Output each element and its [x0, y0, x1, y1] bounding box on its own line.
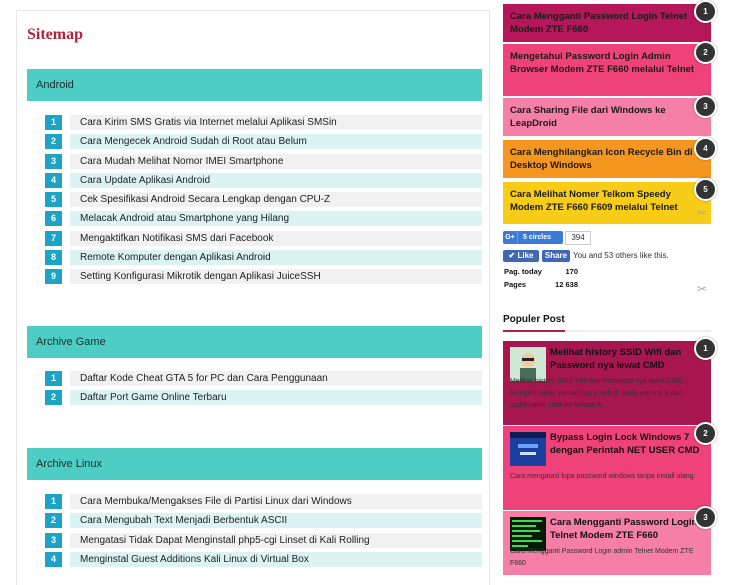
list-item[interactable]: 2 Daftar Port Game Online Terbaru [45, 390, 482, 405]
item-link[interactable]: Daftar Kode Cheat GTA 5 for PC dan Cara … [70, 371, 482, 386]
recent-post-title[interactable]: Cara Sharing File dari Windows ke LeapDr… [510, 105, 666, 129]
item-link[interactable]: Cara Update Aplikasi Android [70, 173, 482, 188]
stat-pages-label: Pages [504, 280, 527, 289]
popular-post-title[interactable]: Bypass Login Lock Windows 7 dengan Perin… [550, 432, 700, 457]
scissors-icon: ✂ [697, 206, 708, 220]
popular-post-title[interactable]: Melihat history SSID Wifi dan Password n… [550, 347, 700, 372]
item-number: 4 [45, 552, 62, 567]
item-link[interactable]: Menginstal Guest Additions Kali Linux di… [70, 552, 482, 567]
section-header-android[interactable]: Android [27, 69, 482, 101]
share-button[interactable]: Share [542, 250, 570, 262]
list-item[interactable]: 6 Melacak Android atau Smartphone yang Hi… [45, 211, 482, 226]
section-header-archive-game[interactable]: Archive Game [27, 326, 482, 358]
list-item[interactable]: 2 Cara Mengecek Android Sudah di Root ata… [45, 134, 482, 149]
list-item[interactable]: 2 Cara Mengubah Text Menjadi Berbentuk AS… [45, 513, 482, 528]
item-number: 2 [45, 134, 62, 149]
rank-badge: 5 [694, 178, 717, 201]
item-number: 6 [45, 211, 62, 226]
rank-badge: 3 [694, 506, 717, 529]
item-number: 3 [45, 533, 62, 548]
list-item[interactable]: 4 Cara Update Aplikasi Android [45, 173, 482, 188]
popular-post-item[interactable]: Melihat history SSID Wifi dan Password n… [503, 341, 711, 425]
item-number: 7 [45, 231, 62, 246]
item-link[interactable]: Cara Kirim SMS Gratis via Internet melal… [70, 115, 482, 130]
list-item[interactable]: 1 Cara Kirim SMS Gratis via Internet mela… [45, 115, 482, 130]
recent-post-title[interactable]: Cara Menghilangkan Icon Recycle Bin di D… [510, 147, 693, 171]
list-item[interactable]: 9 Setting Konfigurasi Mikrotik dengan Apl… [45, 269, 482, 284]
section-header-archive-linux[interactable]: Archive Linux [27, 448, 482, 480]
item-number: 9 [45, 269, 62, 284]
like-label: Like [517, 251, 534, 260]
item-number: 1 [45, 371, 62, 386]
rank-badge: 4 [694, 137, 717, 160]
item-link[interactable]: Cara Mengubah Text Menjadi Berbentuk ASC… [70, 513, 482, 528]
rank-badge: 1 [694, 337, 717, 360]
item-number: 2 [45, 513, 62, 528]
popular-title: Populer Post [503, 314, 565, 325]
item-link[interactable]: Mengatasi Tidak Dapat Menginstall php5-c… [70, 533, 482, 548]
scissors-icon: ✂ [697, 282, 708, 296]
recent-post-item[interactable]: Cara Menghilangkan Icon Recycle Bin di D… [503, 140, 711, 178]
item-number: 4 [45, 173, 62, 188]
recent-post-title[interactable]: Cara Mengganti Password Login Telnet Mod… [510, 11, 687, 35]
item-link[interactable]: Cara Mengecek Android Sudah di Root atau… [70, 134, 482, 149]
popular-post-item[interactable]: Cara Mengganti Password Login Telnet Mod… [503, 511, 711, 575]
item-link[interactable]: Melacak Android atau Smartphone yang Hil… [70, 211, 482, 226]
gplus-icon: G+ [503, 231, 518, 244]
divider [503, 330, 711, 332]
post-thumbnail[interactable] [510, 432, 546, 466]
item-number: 5 [45, 192, 62, 207]
item-link[interactable]: Daftar Port Game Online Terbaru [70, 390, 482, 405]
recent-post-item[interactable]: Cara Mengganti Password Login Telnet Mod… [503, 4, 711, 42]
item-link[interactable]: Mengaktifkan Notifikasi SMS dari Faceboo… [70, 231, 482, 246]
item-number: 1 [45, 494, 62, 509]
popular-post-title[interactable]: Cara Mengganti Password Login Telnet Mod… [550, 517, 700, 542]
list-item[interactable]: 3 Cara Mudah Melihat Nomor IMEI Smartphon… [45, 154, 482, 169]
item-link[interactable]: Cara Membuka/Mengakses File di Partisi L… [70, 494, 482, 509]
list-item[interactable]: 3 Mengatasi Tidak Dapat Menginstall php5-… [45, 533, 482, 548]
recent-post-title[interactable]: Mengetahui Password Login Admin Browser … [510, 51, 694, 75]
stat-today-label: Pag. today [504, 267, 542, 276]
item-number: 2 [45, 390, 62, 405]
list-item[interactable]: 1 Daftar Kode Cheat GTA 5 for PC dan Cara… [45, 371, 482, 386]
gplus-count: 394 [565, 231, 591, 245]
item-number: 1 [45, 115, 62, 130]
recent-post-item[interactable]: Mengetahui Password Login Admin Browser … [503, 44, 711, 96]
popular-post-desc: Cara mengatasi lupa password windows tan… [510, 473, 694, 480]
stat-today-value: 170 [565, 267, 578, 276]
like-button[interactable]: ✔ Like [503, 250, 539, 262]
popular-post-desc: Melihat history SSID Wifi dan Password n… [510, 378, 685, 409]
rank-badge: 3 [694, 95, 717, 118]
item-link[interactable]: Setting Konfigurasi Mikrotik dengan Apli… [70, 269, 482, 284]
sitemap-panel: Sitemap Android 1 Cara Kirim SMS Gratis v… [16, 10, 490, 585]
stat-pages-value: 12 638 [555, 280, 578, 289]
recent-post-item[interactable]: Cara Melihat Nomer Telkom Speedy Modem Z… [503, 182, 711, 224]
rank-badge: 2 [694, 422, 717, 445]
recent-post-item[interactable]: Cara Sharing File dari Windows ke LeapDr… [503, 98, 711, 136]
thumbs-up-icon: ✔ [508, 251, 516, 260]
list-item[interactable]: 1 Cara Membuka/Mengakses File di Partisi … [45, 494, 482, 509]
item-link[interactable]: Cara Mudah Melihat Nomor IMEI Smartphone [70, 154, 482, 169]
gplus-button[interactable]: G+ 5 circles [503, 231, 563, 244]
page-title: Sitemap [27, 26, 83, 43]
popular-post-desc: Cara Mengganti Password Login admin Teln… [510, 548, 694, 567]
popular-post-item[interactable]: Bypass Login Lock Windows 7 dengan Perin… [503, 426, 711, 510]
rank-badge: 1 [694, 0, 717, 23]
list-item[interactable]: 5 Cek Spesifikasi Android Secara Lengkap … [45, 192, 482, 207]
list-item[interactable]: 4 Menginstal Guest Additions Kali Linux d… [45, 552, 482, 567]
item-number: 8 [45, 250, 62, 265]
like-count-text: You and 53 others like this. [573, 251, 669, 260]
item-link[interactable]: Remote Komputer dengan Aplikasi Android [70, 250, 482, 265]
list-item[interactable]: 8 Remote Komputer dengan Aplikasi Android [45, 250, 482, 265]
item-link[interactable]: Cek Spesifikasi Android Secara Lengkap d… [70, 192, 482, 207]
recent-post-title[interactable]: Cara Melihat Nomer Telkom Speedy Modem Z… [510, 189, 678, 213]
gplus-label: 5 circles [523, 234, 552, 241]
sidebar: Cara Mengganti Password Login Telnet Mod… [503, 0, 717, 575]
list-item[interactable]: 7 Mengaktifkan Notifikasi SMS dari Facebo… [45, 231, 482, 246]
item-number: 3 [45, 154, 62, 169]
rank-badge: 2 [694, 41, 717, 64]
